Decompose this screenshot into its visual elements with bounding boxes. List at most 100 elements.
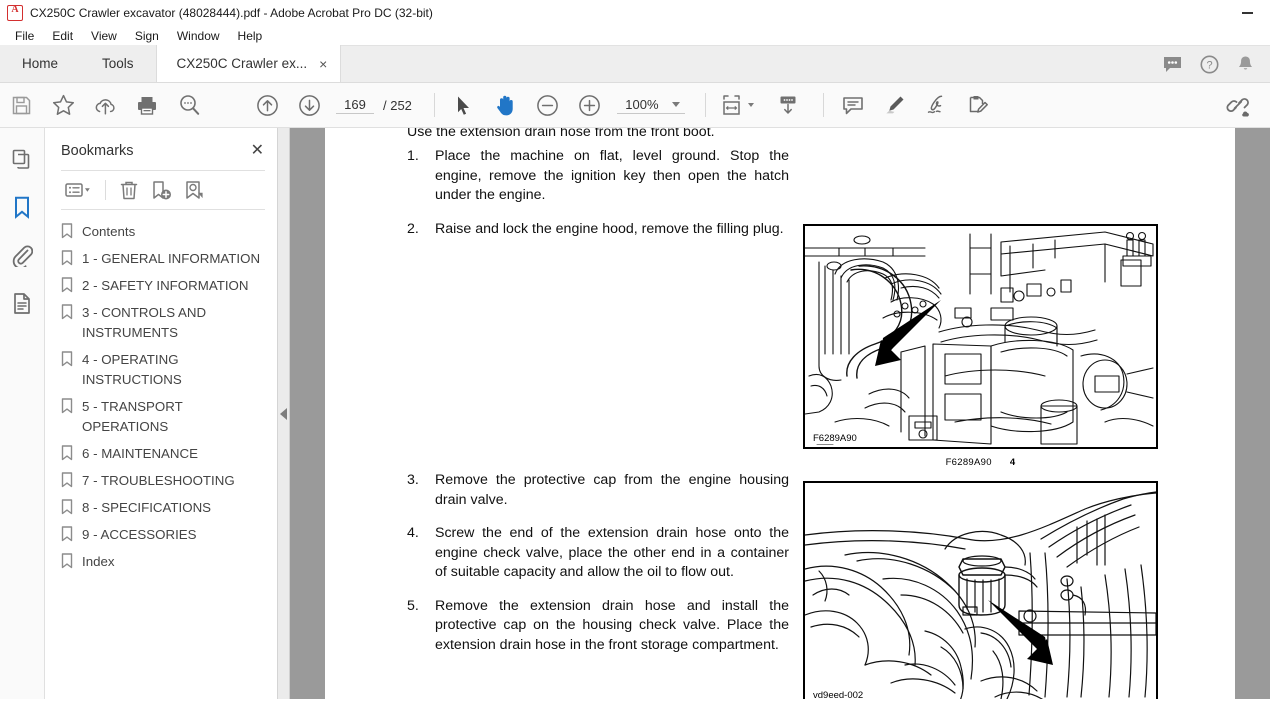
new-bookmark-icon[interactable] xyxy=(147,176,177,204)
list-item[interactable]: 9 - ACCESSORIES xyxy=(61,521,271,548)
step-text: Raise and lock the engine hood, remove t… xyxy=(435,220,784,237)
sign-icon[interactable] xyxy=(916,83,958,127)
toolbar-divider-2 xyxy=(704,93,706,117)
scroll-mode-icon[interactable] xyxy=(767,83,809,127)
tab-tools[interactable]: Tools xyxy=(80,45,156,82)
chat-bubble-icon[interactable] xyxy=(1163,56,1182,73)
bookmark-icon xyxy=(61,525,73,542)
bookmark-icon xyxy=(61,498,73,515)
chevron-down-icon[interactable] xyxy=(747,103,754,107)
engine-compartment-line-drawing xyxy=(805,231,1154,445)
drain-valve-cap-line-drawing xyxy=(805,491,1156,699)
menu-item-help[interactable]: Help xyxy=(229,27,272,45)
list-item[interactable]: Index xyxy=(61,548,271,575)
arrow-down-circle-icon[interactable] xyxy=(288,83,330,127)
list-item[interactable]: Contents xyxy=(61,218,271,245)
pdf-page: Use the extension drain hose from the fr… xyxy=(325,128,1235,699)
list-item[interactable]: 7 - TROUBLESHOOTING xyxy=(61,467,271,494)
list-item[interactable]: 8 - SPECIFICATIONS xyxy=(61,494,271,521)
comment-icon[interactable] xyxy=(832,83,874,127)
document-text-column: Use the extension drain hose from the fr… xyxy=(407,128,789,669)
menu-item-file[interactable]: File xyxy=(6,27,43,45)
close-icon[interactable]: × xyxy=(319,57,327,71)
minimize-button[interactable] xyxy=(1224,0,1270,26)
chevron-down-icon[interactable] xyxy=(671,101,680,107)
menu-item-sign[interactable]: Sign xyxy=(126,27,168,45)
collapse-left-arrow-icon[interactable] xyxy=(280,407,287,420)
help-circle-icon[interactable]: ? xyxy=(1200,55,1219,74)
upload-cloud-icon[interactable] xyxy=(84,83,126,127)
cursor-arrow-icon[interactable] xyxy=(443,83,485,127)
share-link-icon[interactable] xyxy=(1218,84,1260,128)
menu-bar: File Edit View Sign Window Help xyxy=(0,26,1270,46)
document-icon xyxy=(12,292,32,315)
bookmark-label: 9 - ACCESSORIES xyxy=(82,526,197,542)
panel-splitter[interactable] xyxy=(278,128,290,699)
bookmark-icon xyxy=(61,397,73,414)
print-icon[interactable] xyxy=(126,83,168,127)
navigation-rail xyxy=(0,128,45,699)
toolbar-file-group xyxy=(0,83,210,127)
list-item[interactable]: 4 - OPERATING INSTRUCTIONS xyxy=(61,346,271,393)
find-bookmark-icon[interactable] xyxy=(180,176,210,204)
tab-document[interactable]: CX250C Crawler ex... × xyxy=(155,45,342,82)
bookmarks-panel-header: Bookmarks ✕ xyxy=(45,134,277,167)
save-icon[interactable] xyxy=(0,83,42,127)
list-item[interactable]: 2 - SAFETY INFORMATION xyxy=(61,272,271,299)
hand-icon[interactable] xyxy=(485,83,527,127)
bell-icon[interactable] xyxy=(1237,55,1254,74)
rail-item-attachments[interactable] xyxy=(7,240,37,270)
list-item[interactable]: 6 - MAINTENANCE xyxy=(61,440,271,467)
tab-bar-right-icons: ? xyxy=(1163,46,1262,83)
paperclip-icon xyxy=(11,244,33,267)
rail-item-page-thumbnails[interactable] xyxy=(7,144,37,174)
toolbar-pagedisplay-group xyxy=(714,83,809,127)
rail-item-bookmarks[interactable] xyxy=(7,192,37,222)
bookmark-label: 3 - CONTROLS AND INSTRUMENTS xyxy=(82,304,207,340)
bookmark-icon xyxy=(13,196,31,219)
fit-page-dropdown[interactable] xyxy=(744,103,757,107)
fill-and-sign-icon[interactable] xyxy=(958,83,1000,127)
menu-item-view[interactable]: View xyxy=(82,27,126,45)
highlighter-icon[interactable] xyxy=(874,83,916,127)
document-step: 5. Remove the extension drain hose and i… xyxy=(407,597,789,656)
bookmark-label: Index xyxy=(82,553,115,569)
document-viewer[interactable]: Use the extension drain hose from the fr… xyxy=(290,128,1270,699)
list-item[interactable]: 5 - TRANSPORT OPERATIONS xyxy=(61,393,271,440)
figure-2-image: vd9eed-002 xyxy=(803,481,1158,699)
document-step: 2. Raise and lock the engine hood, remov… xyxy=(407,220,789,240)
bookmark-label: 1 - GENERAL INFORMATION xyxy=(82,250,261,266)
zoom-level-control[interactable]: 100% xyxy=(616,97,685,114)
tab-home[interactable]: Home xyxy=(0,45,81,82)
bookmark-icon xyxy=(61,303,73,320)
menu-item-window[interactable]: Window xyxy=(168,27,229,45)
delete-bookmark-icon[interactable] xyxy=(114,176,144,204)
bookmark-label: Contents xyxy=(82,223,136,239)
document-step: 1. Place the machine on flat, level grou… xyxy=(407,147,789,206)
step-number: 3. xyxy=(407,472,419,488)
figure-1-caption-number: 4 xyxy=(1009,457,1016,468)
toolbar-divider-3 xyxy=(822,93,824,117)
bookmarks-panel: Bookmarks ✕ Contents 1 - GENERAL INFORMA… xyxy=(45,128,278,699)
close-icon[interactable]: ✕ xyxy=(251,142,264,159)
bookmark-label: 2 - SAFETY INFORMATION xyxy=(82,277,249,293)
page-number-input[interactable]: 169 xyxy=(336,97,374,114)
star-icon[interactable] xyxy=(42,83,84,127)
menu-item-edit[interactable]: Edit xyxy=(43,27,82,45)
window-title: CX250C Crawler excavator (48028444).pdf … xyxy=(30,5,433,20)
toolbar-annotation-group xyxy=(832,83,1000,127)
clipped-top-line: Use the extension drain hose from the fr… xyxy=(407,128,715,136)
options-list-icon[interactable] xyxy=(59,176,97,204)
bookmark-icon xyxy=(61,471,73,488)
figure-2: vd9eed-002 xyxy=(803,481,1158,699)
zoom-out-circle-icon[interactable] xyxy=(527,83,569,127)
arrow-up-circle-icon[interactable] xyxy=(246,83,288,127)
list-item[interactable]: 1 - GENERAL INFORMATION xyxy=(61,245,271,272)
figure-2-id: vd9eed-002 xyxy=(811,690,866,699)
search-zoom-icon[interactable] xyxy=(168,83,210,127)
bookmark-label: 7 - TROUBLESHOOTING xyxy=(82,472,235,488)
main-toolbar: 169 / 252 100% xyxy=(0,83,1270,128)
zoom-in-circle-icon[interactable] xyxy=(569,83,611,127)
rail-item-document-info[interactable] xyxy=(7,288,37,318)
list-item[interactable]: 3 - CONTROLS AND INSTRUMENTS xyxy=(61,299,271,346)
